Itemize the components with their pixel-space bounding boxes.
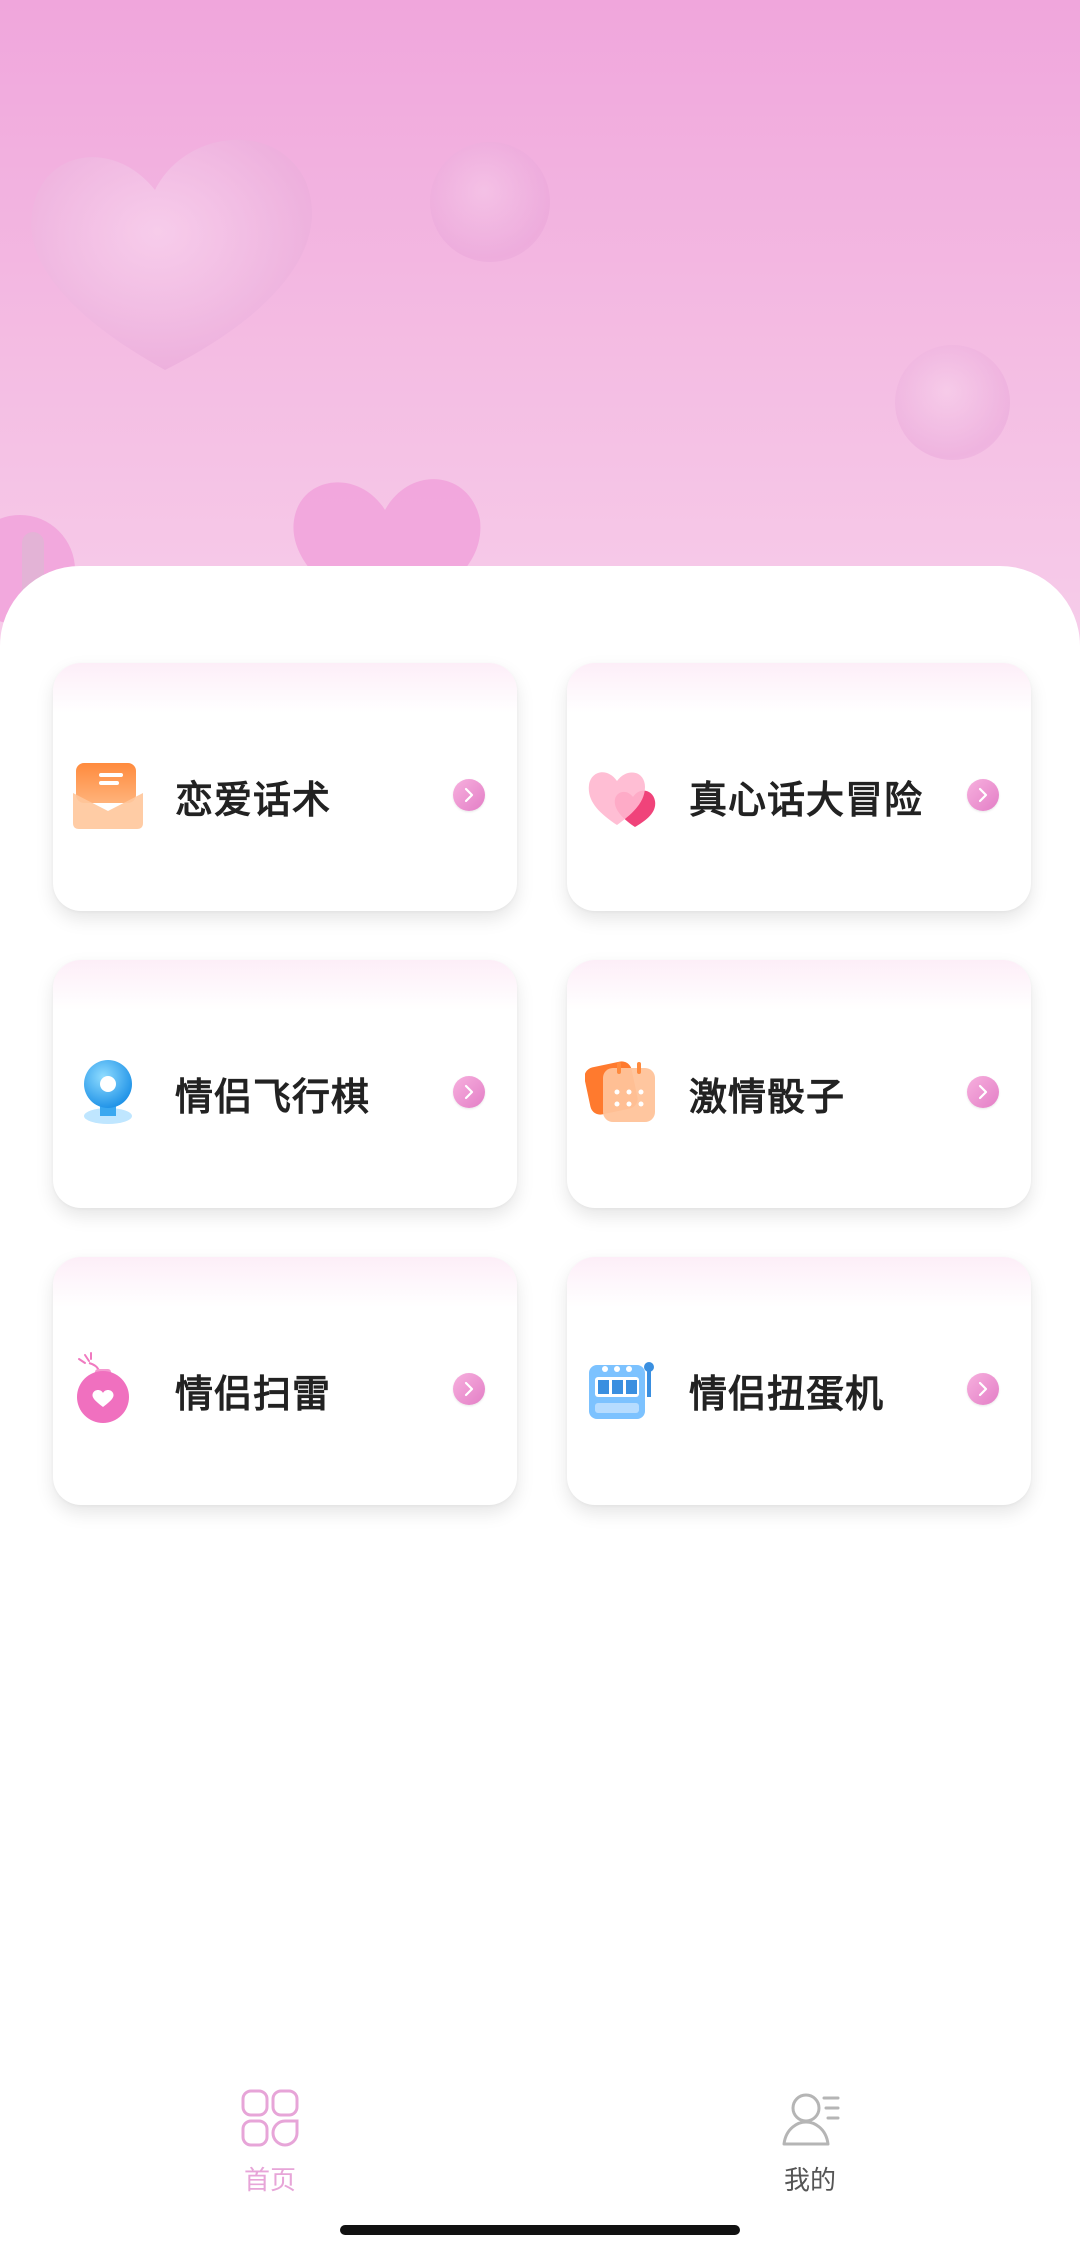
game-label: 恋爱话术 — [175, 778, 332, 822]
game-label: 真心话大冒险 — [689, 778, 924, 822]
hearts-icon — [588, 772, 656, 827]
chevron-right-icon — [967, 1373, 999, 1405]
bubble-decoration — [430, 142, 550, 262]
game-card-flight-chess[interactable]: 情侣飞行棋 — [53, 960, 517, 1208]
game-piece-icon — [84, 1060, 132, 1124]
tab-mine-label: 我的 — [783, 2166, 836, 2196]
chevron-right-icon — [453, 1076, 485, 1108]
game-label: 情侣飞行棋 — [175, 1075, 371, 1119]
game-label: 激情骰子 — [689, 1075, 846, 1119]
game-card-truth-or-dare[interactable]: 真心话大冒险 — [567, 663, 1031, 911]
chevron-right-icon — [967, 779, 999, 811]
love-bomb-icon — [77, 1352, 129, 1423]
tab-home[interactable]: 首页 — [170, 2060, 370, 2210]
tab-home-label: 首页 — [243, 2166, 296, 2196]
bottom-tab-bar: 首页 我的 — [0, 2060, 1080, 2210]
grid-icon — [241, 2089, 299, 2147]
heart-decoration — [31, 139, 313, 370]
chevron-right-icon — [967, 1076, 999, 1108]
dice-icon — [585, 1061, 655, 1122]
home-indicator[interactable] — [340, 2225, 740, 2235]
game-card-gacha-machine[interactable]: 情侣扭蛋机 — [567, 1257, 1031, 1505]
game-card-love-talk[interactable]: 恋爱话术 — [53, 663, 517, 911]
chevron-right-icon — [453, 779, 485, 811]
love-letter-icon — [73, 763, 143, 829]
user-profile-icon — [782, 2093, 840, 2146]
game-label: 情侣扫雷 — [175, 1372, 332, 1416]
slot-machine-icon — [589, 1362, 654, 1419]
game-card-passion-dice[interactable]: 激情骰子 — [567, 960, 1031, 1208]
game-card-minesweeper[interactable]: 情侣扫雷 — [53, 1257, 517, 1505]
game-label: 情侣扭蛋机 — [689, 1372, 885, 1416]
chevron-right-icon — [453, 1373, 485, 1405]
bubble-decoration — [895, 345, 1010, 460]
hero-banner — [0, 0, 1080, 660]
tab-mine[interactable]: 我的 — [710, 2060, 910, 2210]
